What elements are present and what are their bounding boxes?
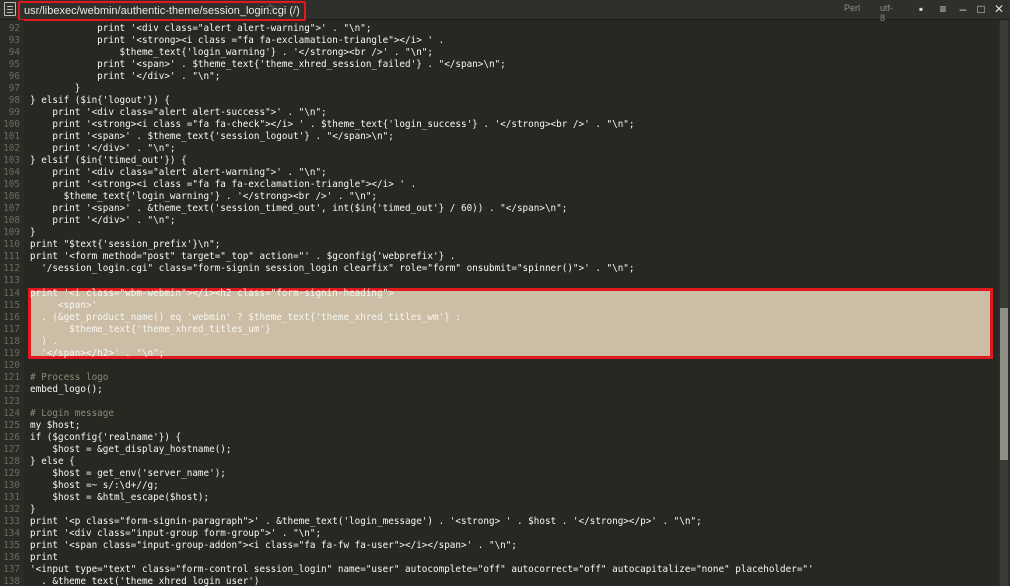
- code-line[interactable]: 93 print '<strong><i class ="fa fa-excla…: [0, 35, 998, 47]
- code-line[interactable]: 100 print '<strong><i class ="fa fa-chec…: [0, 119, 998, 131]
- language-mode[interactable]: Perl: [844, 3, 860, 13]
- code-line[interactable]: 95 print '<span>' . $theme_text{'theme_x…: [0, 59, 998, 71]
- code-line[interactable]: 108 print '</div>' . "\n";: [0, 215, 998, 227]
- highlighted-code-line[interactable]: 117 $theme_text{'theme_xhred_titles_um'}: [0, 324, 998, 336]
- code-line[interactable]: 113: [0, 275, 998, 287]
- code-line[interactable]: 94 $theme_text{'login_warning'} . '</str…: [0, 47, 998, 59]
- code-line[interactable]: 101 print '<span>' . $theme_text{'sessio…: [0, 131, 998, 143]
- code-line[interactable]: 128} else {: [0, 456, 998, 468]
- highlighted-code-line[interactable]: 114 print '<i class="wbm-webmin"></i><h2 …: [0, 288, 998, 300]
- code-line[interactable]: 106 $theme_text{'login_warning'} . '</st…: [0, 191, 998, 203]
- code-line[interactable]: 122 embed_logo();: [0, 384, 998, 396]
- code-line[interactable]: 109}: [0, 227, 998, 239]
- code-line[interactable]: 137 '<input type="text" class="form-contr…: [0, 564, 998, 576]
- code-line[interactable]: 131 $host = &html_escape($host);: [0, 492, 998, 504]
- file-icon: [4, 2, 16, 16]
- code-line[interactable]: 104 print '<div class="alert alert-warni…: [0, 167, 998, 179]
- code-line[interactable]: 136 print: [0, 552, 998, 564]
- highlighted-code-line[interactable]: 115 <span>': [0, 300, 998, 312]
- code-line[interactable]: 112 '/session_login.cgi" class="form-sig…: [0, 263, 998, 275]
- star-icon[interactable]: ☆: [265, 1, 276, 15]
- highlighted-code-line[interactable]: 118 ) .: [0, 336, 998, 348]
- code-line[interactable]: 96 print '</div>' . "\n";: [0, 71, 998, 83]
- close-icon[interactable]: ✕: [992, 2, 1006, 16]
- file-path-title: usr/libexec/webmin/authentic-theme/sessi…: [18, 1, 306, 21]
- code-line[interactable]: 133 print '<p class="form-signin-paragrap…: [0, 516, 998, 528]
- code-line[interactable]: 107 print '<span>' . &theme_text('sessio…: [0, 203, 998, 215]
- save-icon[interactable]: ▪: [914, 2, 928, 16]
- code-line[interactable]: 125 my $host;: [0, 420, 998, 432]
- code-line[interactable]: 98} elsif ($in{'logout'}) {: [0, 95, 998, 107]
- highlighted-code-line[interactable]: 116 . (&get_product_name() eq 'webmin' ?…: [0, 312, 998, 324]
- vertical-scrollbar[interactable]: [998, 20, 1010, 586]
- code-line[interactable]: 97 }: [0, 83, 998, 95]
- code-line[interactable]: 103} elsif ($in{'timed_out'}) {: [0, 155, 998, 167]
- menu-icon[interactable]: ≡: [936, 2, 950, 16]
- code-line[interactable]: 126 if ($gconfig{'realname'}) {: [0, 432, 998, 444]
- code-line[interactable]: 123: [0, 396, 998, 408]
- code-line[interactable]: 99 print '<div class="alert alert-succes…: [0, 107, 998, 119]
- minimize-icon[interactable]: –: [956, 2, 970, 16]
- highlighted-code-line[interactable]: 119 '</span></h2>' . "\n";: [0, 348, 998, 360]
- code-line[interactable]: 121 # Process logo: [0, 372, 998, 384]
- code-line[interactable]: 110 print "$text{'session_prefix'}\n";: [0, 239, 998, 251]
- scrollbar-thumb[interactable]: [1000, 308, 1008, 460]
- code-line[interactable]: 127 $host = &get_display_hostname();: [0, 444, 998, 456]
- code-line[interactable]: 130 $host =~ s/:\d+//g;: [0, 480, 998, 492]
- code-line[interactable]: 129 $host = get_env('server_name');: [0, 468, 998, 480]
- code-line[interactable]: 120: [0, 360, 998, 372]
- maximize-icon[interactable]: □: [974, 2, 988, 16]
- code-line[interactable]: 134 print '<div class="input-group form-g…: [0, 528, 998, 540]
- editor-title-bar: usr/libexec/webmin/authentic-theme/sessi…: [0, 0, 1010, 23]
- code-line[interactable]: 92 print '<div class="alert alert-warnin…: [0, 23, 998, 35]
- code-line[interactable]: 135 print '<span class="input-group-addon…: [0, 540, 998, 552]
- code-editor[interactable]: 92 print '<div class="alert alert-warnin…: [0, 20, 998, 586]
- code-line[interactable]: 124 # Login message: [0, 408, 998, 420]
- scrollbar-track[interactable]: [1000, 20, 1008, 586]
- code-line[interactable]: 111 print '<form method="post" target="_t…: [0, 251, 998, 263]
- code-line[interactable]: 105 print '<strong><i class ="fa fa fa-e…: [0, 179, 998, 191]
- code-line[interactable]: 102 print '</div>' . "\n";: [0, 143, 998, 155]
- code-line[interactable]: 132}: [0, 504, 998, 516]
- code-line[interactable]: 138 . &theme_text('theme_xhred_login_use…: [0, 576, 998, 586]
